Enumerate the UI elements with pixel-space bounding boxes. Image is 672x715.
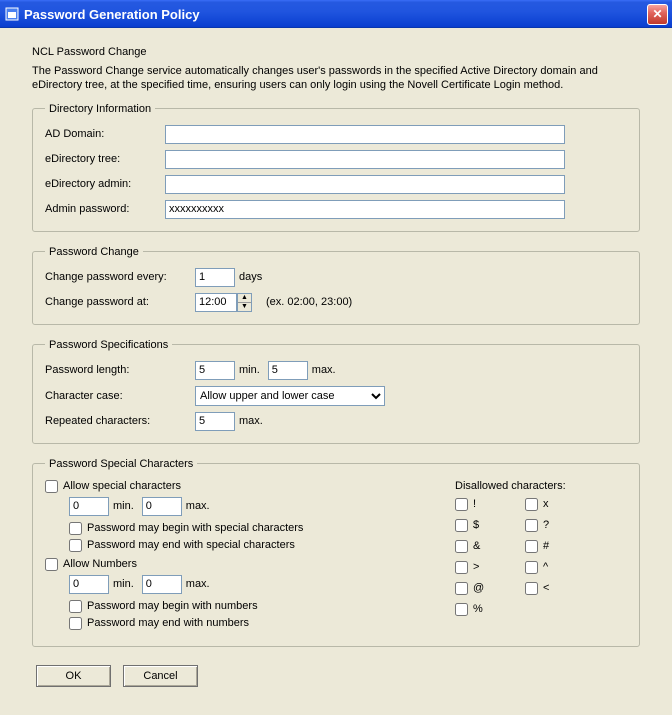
special-min-label: min. [113, 500, 134, 512]
dialog-content: NCL Password Change The Password Change … [0, 28, 672, 703]
spec-legend: Password Specifications [45, 339, 172, 351]
disallow-char: $ [473, 519, 479, 531]
change-at-label: Change password at: [45, 296, 195, 308]
password-change-group: Password Change Change password every: d… [32, 246, 640, 325]
numbers-end-label: Password may end with numbers [87, 617, 249, 629]
app-icon [4, 6, 20, 22]
disallow-x-checkbox[interactable] [525, 498, 538, 511]
close-icon: ✕ [652, 7, 662, 21]
case-label: Character case: [45, 390, 195, 402]
edirectory-admin-label: eDirectory admin: [45, 178, 165, 190]
ad-domain-label: AD Domain: [45, 128, 165, 140]
edirectory-admin-input[interactable] [165, 175, 565, 194]
page-heading: NCL Password Change [32, 46, 640, 58]
special-legend: Password Special Characters [45, 458, 197, 470]
change-every-label: Change password every: [45, 271, 195, 283]
allow-numbers-checkbox[interactable] [45, 558, 58, 571]
password-special-characters-group: Password Special Characters Allow specia… [32, 458, 640, 647]
special-min-input[interactable] [69, 497, 109, 516]
disallow-amp-checkbox[interactable] [455, 540, 468, 553]
case-select[interactable]: Allow upper and lower case [195, 386, 385, 406]
disallow-char: x [543, 498, 549, 510]
repeat-label: Repeated characters: [45, 415, 195, 427]
special-end-label: Password may end with special characters [87, 539, 295, 551]
disallow-char: ? [543, 519, 549, 531]
length-min-label: min. [239, 364, 260, 376]
numbers-min-label: min. [113, 578, 134, 590]
change-at-hint: (ex. 02:00, 23:00) [266, 296, 352, 308]
special-max-input[interactable] [142, 497, 182, 516]
numbers-min-input[interactable] [69, 575, 109, 594]
allow-special-label: Allow special characters [63, 480, 181, 492]
disallow-caret-checkbox[interactable] [525, 561, 538, 574]
length-max-input[interactable] [268, 361, 308, 380]
titlebar: Password Generation Policy ✕ [0, 0, 672, 28]
disallowed-grid: ! x $ ? & # > ^ @ < % [455, 498, 627, 620]
close-button[interactable]: ✕ [647, 4, 668, 25]
disallow-gt-checkbox[interactable] [455, 561, 468, 574]
disallowed-label: Disallowed characters: [455, 480, 627, 492]
disallow-char: < [543, 582, 549, 594]
disallow-char: & [473, 540, 480, 552]
window-title: Password Generation Policy [24, 7, 647, 22]
disallow-excl-checkbox[interactable] [455, 498, 468, 511]
disallow-char: ! [473, 498, 476, 510]
disallow-at-checkbox[interactable] [455, 582, 468, 595]
special-max-label: max. [186, 500, 210, 512]
edirectory-tree-input[interactable] [165, 150, 565, 169]
length-label: Password length: [45, 364, 195, 376]
change-every-input[interactable] [195, 268, 235, 287]
ok-button[interactable]: OK [36, 665, 111, 687]
disallow-char: % [473, 603, 483, 615]
disallow-lt-checkbox[interactable] [525, 582, 538, 595]
disallow-char: @ [473, 582, 484, 594]
ad-domain-input[interactable] [165, 125, 565, 144]
change-every-unit: days [239, 271, 262, 283]
allow-special-checkbox[interactable] [45, 480, 58, 493]
change-at-input[interactable] [195, 293, 237, 312]
directory-legend: Directory Information [45, 103, 155, 115]
numbers-max-label: max. [186, 578, 210, 590]
disallow-hash-checkbox[interactable] [525, 540, 538, 553]
disallow-question-checkbox[interactable] [525, 519, 538, 532]
numbers-begin-checkbox[interactable] [69, 600, 82, 613]
disallow-dollar-checkbox[interactable] [455, 519, 468, 532]
repeat-max-label: max. [239, 415, 263, 427]
directory-information-group: Directory Information AD Domain: eDirect… [32, 103, 640, 232]
numbers-begin-label: Password may begin with numbers [87, 600, 258, 612]
description-text: The Password Change service automaticall… [32, 64, 640, 93]
admin-password-label: Admin password: [45, 203, 165, 215]
special-begin-label: Password may begin with special characte… [87, 522, 303, 534]
repeat-input[interactable] [195, 412, 235, 431]
disallow-char: ^ [543, 561, 548, 573]
allow-numbers-label: Allow Numbers [63, 558, 137, 570]
numbers-end-checkbox[interactable] [69, 617, 82, 630]
disallow-percent-checkbox[interactable] [455, 603, 468, 616]
spinner-down-icon[interactable]: ▼ [238, 303, 251, 311]
cancel-button[interactable]: Cancel [123, 665, 198, 687]
disallow-char: # [543, 540, 549, 552]
length-min-input[interactable] [195, 361, 235, 380]
admin-password-input[interactable] [165, 200, 565, 219]
special-begin-checkbox[interactable] [69, 522, 82, 535]
password-specifications-group: Password Specifications Password length:… [32, 339, 640, 444]
time-spinner[interactable]: ▲ ▼ [237, 293, 252, 312]
length-max-label: max. [312, 364, 336, 376]
spinner-up-icon[interactable]: ▲ [238, 294, 251, 303]
disallow-char: > [473, 561, 479, 573]
change-legend: Password Change [45, 246, 143, 258]
special-end-checkbox[interactable] [69, 539, 82, 552]
edirectory-tree-label: eDirectory tree: [45, 153, 165, 165]
numbers-max-input[interactable] [142, 575, 182, 594]
